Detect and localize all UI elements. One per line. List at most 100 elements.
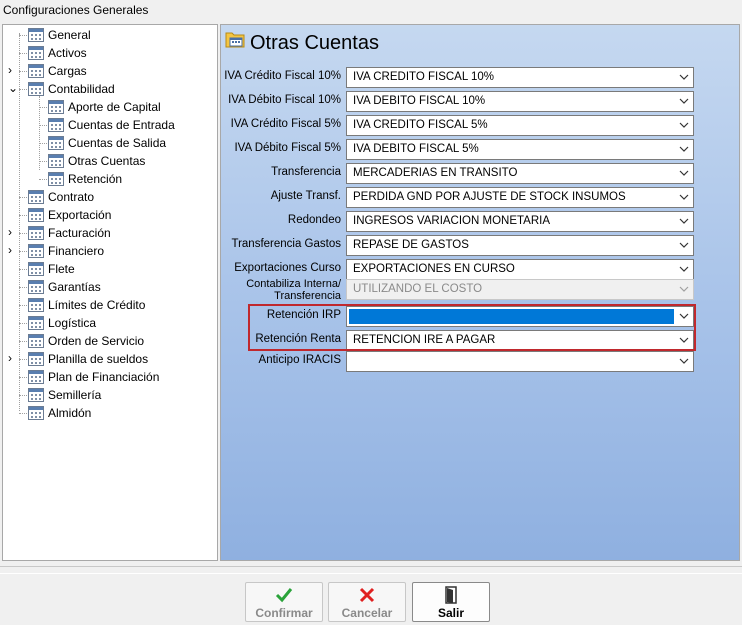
tree-item[interactable]: Exportación bbox=[28, 206, 111, 224]
table-icon bbox=[28, 226, 44, 240]
chevron-down-icon[interactable] bbox=[679, 265, 689, 273]
tree-item[interactable]: Planilla de sueldos bbox=[28, 350, 148, 368]
tree-connector bbox=[19, 89, 27, 90]
tree-connector bbox=[19, 251, 27, 252]
field-label: Redondeo bbox=[287, 214, 341, 226]
chevron-down-icon[interactable] bbox=[679, 145, 689, 153]
chevron-down-icon[interactable] bbox=[679, 73, 689, 81]
tree-item[interactable]: Contabilidad bbox=[28, 80, 115, 98]
tree-item[interactable]: Cargas bbox=[28, 62, 87, 80]
tree-item[interactable]: Financiero bbox=[28, 242, 104, 260]
table-icon bbox=[28, 370, 44, 384]
tree-connector bbox=[19, 197, 27, 198]
select-value: IVA DEBITO FISCAL 10% bbox=[353, 95, 486, 107]
field-label: Anticipo IRACIS bbox=[258, 354, 341, 366]
cancel-label: Cancelar bbox=[341, 606, 393, 620]
chevron-down-icon[interactable] bbox=[679, 193, 689, 201]
tree-connector bbox=[19, 359, 27, 360]
chevron-down-icon[interactable] bbox=[679, 97, 689, 105]
folder-icon bbox=[225, 32, 245, 48]
account-select[interactable]: INGRESOS VARIACION MONETARIA bbox=[346, 211, 694, 232]
chevron-down-icon[interactable] bbox=[679, 169, 689, 177]
tree-item[interactable]: Cuentas de Entrada bbox=[48, 116, 175, 134]
tree-item[interactable]: Activos bbox=[28, 44, 87, 62]
table-icon bbox=[28, 298, 44, 312]
checkmark-icon bbox=[274, 585, 294, 605]
settings-panel: Otras Cuentas IVA Crédito Fiscal 10% IVA … bbox=[220, 24, 740, 561]
tree-item-label: Plan de Financiación bbox=[48, 370, 160, 384]
chevron-down-icon[interactable] bbox=[679, 357, 689, 365]
tree-item[interactable]: Almidón bbox=[28, 404, 91, 422]
tree-connector bbox=[39, 179, 47, 180]
tree-item[interactable]: Plan de Financiación bbox=[28, 368, 159, 386]
account-select[interactable]: EXPORTACIONES EN CURSO bbox=[346, 259, 694, 280]
table-icon bbox=[28, 406, 44, 420]
door-icon bbox=[441, 585, 461, 605]
tree-item-label: Orden de Servicio bbox=[48, 334, 145, 348]
account-select[interactable]: PERDIDA GND POR AJUSTE DE STOCK INSUMOS bbox=[346, 187, 694, 208]
tree-item[interactable]: Garantías bbox=[28, 278, 101, 296]
account-select[interactable]: IVA CREDITO FISCAL 5% bbox=[346, 115, 694, 136]
account-select[interactable]: UTILIZANDO EL COSTO bbox=[346, 279, 694, 300]
chevron-right-icon[interactable]: › bbox=[8, 243, 12, 257]
tree-item[interactable]: Facturación bbox=[28, 224, 111, 242]
table-icon bbox=[28, 208, 44, 222]
account-select[interactable] bbox=[346, 351, 694, 372]
tree-connector bbox=[39, 125, 47, 126]
tree-item-label: Flete bbox=[48, 262, 75, 276]
account-select[interactable]: REPASE DE GASTOS bbox=[346, 235, 694, 256]
status-bar bbox=[0, 566, 742, 574]
tree-item[interactable]: General bbox=[28, 26, 91, 44]
confirm-button[interactable]: Confirmar bbox=[245, 582, 323, 622]
select-value: PERDIDA GND POR AJUSTE DE STOCK INSUMOS bbox=[353, 191, 626, 203]
tree-item-label: Activos bbox=[48, 46, 87, 60]
tree-item[interactable]: Flete bbox=[28, 260, 75, 278]
tree-item[interactable]: Aporte de Capital bbox=[48, 98, 161, 116]
chevron-down-icon[interactable] bbox=[679, 285, 689, 293]
tree-connector bbox=[19, 53, 27, 54]
field-label: Transferencia bbox=[271, 166, 341, 178]
tree-item[interactable]: Retención bbox=[48, 170, 122, 188]
account-select[interactable]: IVA CREDITO FISCAL 10% bbox=[346, 67, 694, 88]
field-label: Ajuste Transf. bbox=[270, 190, 341, 202]
table-icon bbox=[28, 280, 44, 294]
account-select[interactable]: IVA DEBITO FISCAL 10% bbox=[346, 91, 694, 112]
settings-tree[interactable]: General Activos › Cargas ⌄ Contabilidad Aporte… bbox=[2, 24, 218, 561]
field-label: Contabiliza Interna/ Transferencia bbox=[246, 278, 341, 302]
account-select[interactable]: MERCADERIAS EN TRANSITO bbox=[346, 163, 694, 184]
tree-item[interactable]: Contrato bbox=[28, 188, 94, 206]
tree-item-label: Cuentas de Salida bbox=[68, 136, 167, 150]
tree-item-label: Garantías bbox=[48, 280, 101, 294]
tree-item-label: General bbox=[48, 28, 91, 42]
tree-item[interactable]: Límites de Crédito bbox=[28, 296, 145, 314]
cancel-button[interactable]: Cancelar bbox=[328, 582, 406, 622]
table-icon bbox=[48, 100, 64, 114]
tree-connector bbox=[19, 35, 27, 36]
chevron-down-icon[interactable] bbox=[679, 217, 689, 225]
table-icon bbox=[48, 118, 64, 132]
account-select[interactable]: IVA DEBITO FISCAL 5% bbox=[346, 139, 694, 160]
chevron-down-icon[interactable] bbox=[679, 121, 689, 129]
tree-item[interactable]: Otras Cuentas bbox=[48, 152, 145, 170]
chevron-down-icon[interactable] bbox=[679, 241, 689, 249]
exit-label: Salir bbox=[437, 606, 464, 620]
tree-connector bbox=[19, 233, 27, 234]
field-label: IVA Débito Fiscal 5% bbox=[234, 142, 341, 154]
chevron-down-icon[interactable]: ⌄ bbox=[8, 81, 18, 95]
tree-item[interactable]: Orden de Servicio bbox=[28, 332, 144, 350]
tree-item[interactable]: Cuentas de Salida bbox=[48, 134, 166, 152]
table-icon bbox=[28, 46, 44, 60]
field-label: IVA Crédito Fiscal 10% bbox=[224, 70, 341, 82]
chevron-right-icon[interactable]: › bbox=[8, 63, 12, 77]
table-icon bbox=[28, 244, 44, 258]
tree-item[interactable]: Logística bbox=[28, 314, 96, 332]
chevron-right-icon[interactable]: › bbox=[8, 225, 12, 239]
table-icon bbox=[28, 388, 44, 402]
chevron-right-icon[interactable]: › bbox=[8, 351, 12, 365]
exit-button[interactable]: Salir bbox=[412, 582, 490, 622]
table-icon bbox=[28, 190, 44, 204]
tree-item-label: Cargas bbox=[48, 64, 87, 78]
tree-item[interactable]: Semillería bbox=[28, 386, 101, 404]
table-icon bbox=[28, 64, 44, 78]
tree-connector bbox=[19, 71, 27, 72]
